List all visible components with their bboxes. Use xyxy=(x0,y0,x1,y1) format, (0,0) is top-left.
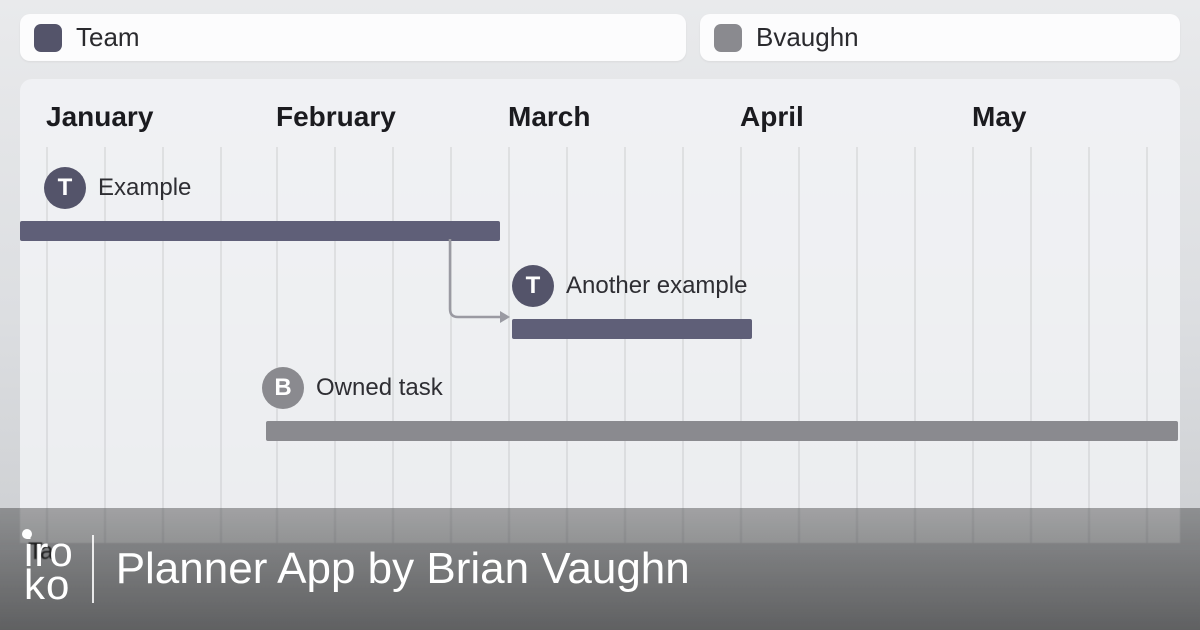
task-header-owned[interactable]: B Owned task xyxy=(262,367,443,409)
caption-overlay: iro ko Planner App by Brian Vaughn xyxy=(0,508,1200,630)
logo-line2: ko xyxy=(24,561,70,608)
legend-chips: Team Bvaughn xyxy=(0,0,1200,71)
avatar-team-icon: T xyxy=(44,167,86,209)
dependency-arrow-icon xyxy=(450,239,520,334)
month-label: January xyxy=(46,101,153,133)
month-label: February xyxy=(276,101,396,133)
chip-team[interactable]: Team xyxy=(20,14,686,61)
task-name-owned: Owned task xyxy=(316,374,443,402)
task-rows: T Example T Another example B Owned task xyxy=(20,159,1180,519)
user-swatch-icon xyxy=(714,24,742,52)
chip-user[interactable]: Bvaughn xyxy=(700,14,1180,61)
chip-team-label: Team xyxy=(76,22,140,53)
month-label: March xyxy=(508,101,590,133)
task-header-example[interactable]: T Example xyxy=(44,167,191,209)
month-label: May xyxy=(972,101,1026,133)
task-bar-example[interactable] xyxy=(20,221,500,241)
overlay-divider xyxy=(92,535,94,603)
task-name-another: Another example xyxy=(566,272,747,300)
team-swatch-icon xyxy=(34,24,62,52)
month-label: April xyxy=(740,101,804,133)
task-name-example: Example xyxy=(98,174,191,202)
logo-dot-icon xyxy=(22,529,32,539)
brand-logo: iro ko xyxy=(24,536,74,602)
timeline-panel: January February March April May T Examp… xyxy=(20,79,1180,543)
chip-user-label: Bvaughn xyxy=(756,22,859,53)
task-header-another[interactable]: T Another example xyxy=(512,265,747,307)
avatar-user-icon: B xyxy=(262,367,304,409)
month-header-row: January February March April May xyxy=(20,101,1180,147)
task-bar-owned[interactable] xyxy=(266,421,1178,441)
overlay-title: Planner App by Brian Vaughn xyxy=(116,544,690,594)
task-bar-another[interactable] xyxy=(512,319,752,339)
avatar-team-icon: T xyxy=(512,265,554,307)
